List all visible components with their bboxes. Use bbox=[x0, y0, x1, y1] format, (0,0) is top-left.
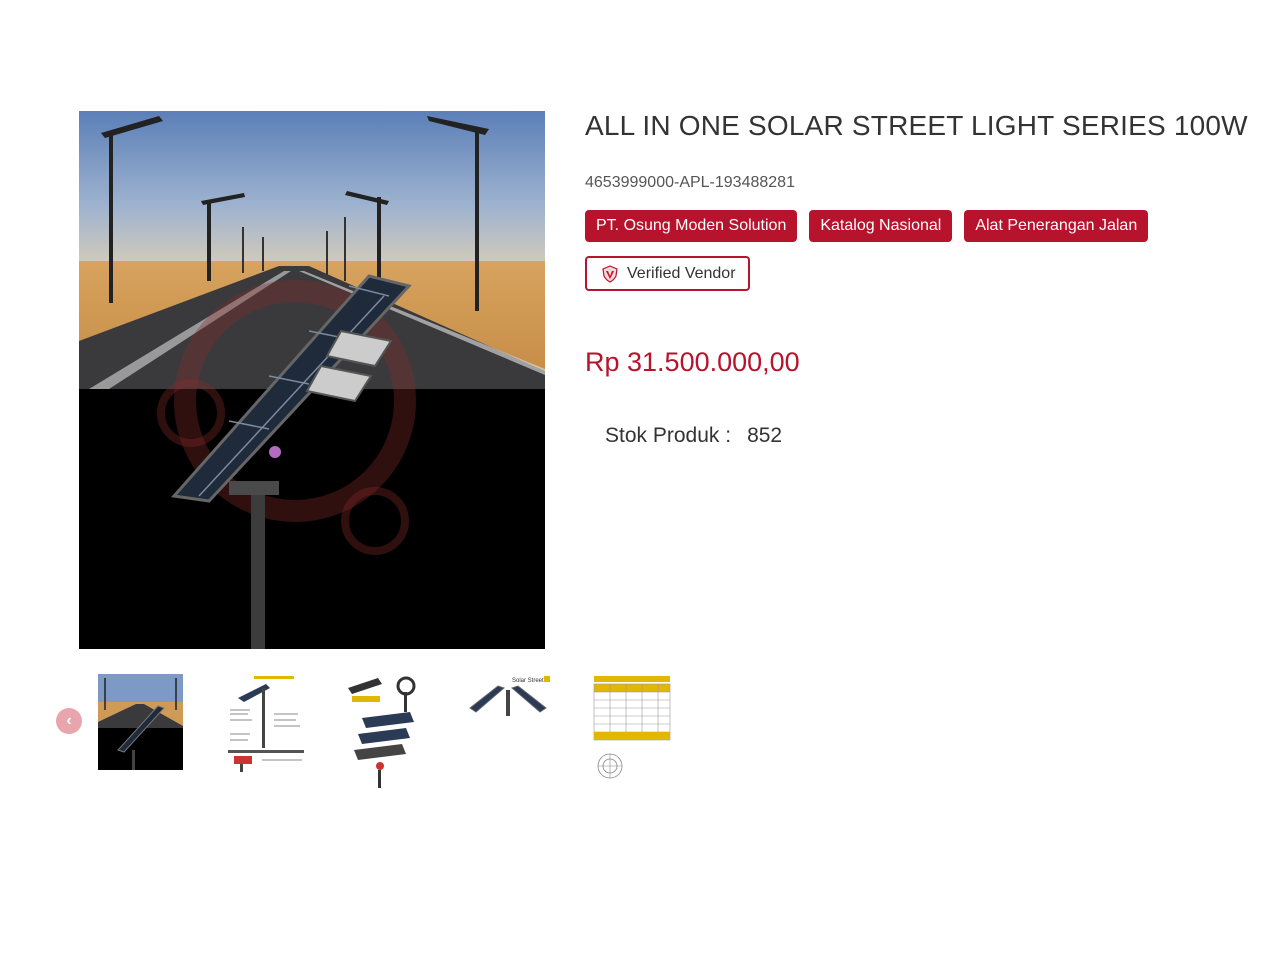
product-stock: Stok Produk : 852 bbox=[605, 424, 782, 448]
verified-vendor-badge: Verified Vendor bbox=[585, 256, 750, 291]
svg-text:Solar Street: Solar Street bbox=[512, 678, 544, 684]
verified-shield-icon bbox=[602, 264, 618, 283]
thumbnail-2[interactable] bbox=[226, 674, 306, 774]
product-price: Rp 31.500.000,00 bbox=[585, 347, 800, 377]
stock-value: 852 bbox=[747, 424, 783, 447]
verified-vendor-label: Verified Vendor bbox=[627, 264, 736, 282]
thumbnail-3[interactable] bbox=[344, 674, 424, 790]
main-product-image[interactable] bbox=[79, 111, 545, 649]
product-title: ALL IN ONE SOLAR STREET LIGHT SERIES 100… bbox=[585, 110, 1248, 141]
thumbnail-5[interactable] bbox=[590, 674, 674, 784]
product-tags: PT. Osung Moden Solution Katalog Nasiona… bbox=[585, 210, 1149, 242]
tag-catalog[interactable]: Katalog Nasional bbox=[809, 210, 953, 242]
thumbnail-4[interactable]: Solar Street bbox=[468, 674, 552, 718]
thumbnail-1[interactable] bbox=[98, 674, 183, 770]
tag-category[interactable]: Alat Penerangan Jalan bbox=[964, 210, 1149, 242]
thumbnail-prev-button[interactable]: ‹ bbox=[56, 708, 82, 734]
stock-label: Stok Produk : bbox=[605, 424, 732, 447]
tag-vendor[interactable]: PT. Osung Moden Solution bbox=[585, 210, 798, 242]
product-sku: 4653999000-APL-193488281 bbox=[585, 174, 795, 191]
chevron-left-icon: ‹ bbox=[66, 712, 72, 729]
